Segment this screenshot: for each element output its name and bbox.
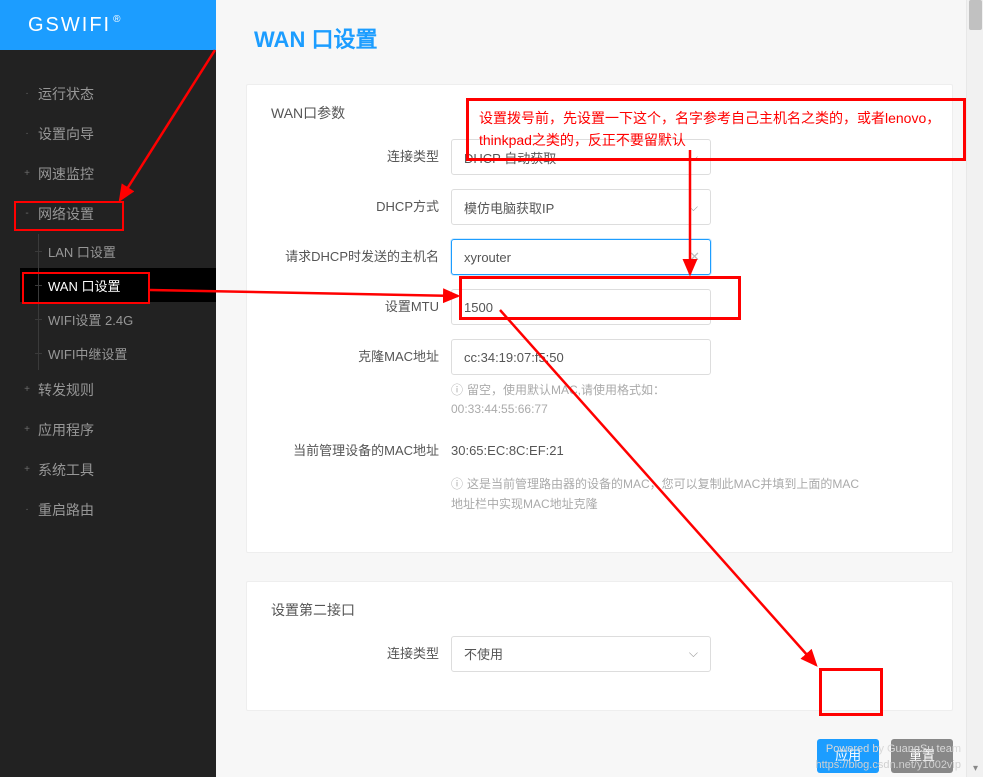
bullet-icon: · [22,505,32,515]
logo-sup: ® [113,14,120,25]
panel-second-interface: 设置第二接口 连接类型 不使用 ⌵ [246,581,953,711]
watermark: https://blog.csdn.net/y1002vip [815,759,961,771]
logo: GSWIFI® [0,0,216,50]
plus-icon: + [22,465,32,475]
chevron-down-icon: ⌵ [689,646,698,661]
value-current-mac: 30:65:EC:8C:EF:21 [451,433,871,469]
row-dhcp-mode: DHCP方式 模仿电脑获取IP ⌵ [271,189,928,225]
sidebar-item-label: WIFI设置 2.4G [48,310,133,329]
sidebar-item-network[interactable]: -网络设置 [0,194,216,234]
label-hostname: 请求DHCP时发送的主机名 [271,239,451,275]
sidebar-item-label: 重启路由 [38,500,94,520]
sidebar-item-systools[interactable]: + 系统工具 [0,450,216,490]
powered-by: Powered by GuangSu team [826,743,961,755]
select-second-conn-type[interactable]: 不使用 ⌵ [451,636,711,672]
label-dhcp-mode: DHCP方式 [271,189,451,225]
sidebar-item-lan[interactable]: LAN 口设置 [20,234,216,268]
sidebar-item-wizard[interactable]: · 设置向导 [0,114,216,154]
input-value: cc:34:19:07:f5:50 [464,350,564,365]
input-hostname[interactable]: xyrouter ✕ [451,239,711,275]
sidebar-item-label: WIFI中继设置 [48,344,127,363]
row-hostname: 请求DHCP时发送的主机名 xyrouter ✕ [271,239,928,275]
label-mtu: 设置MTU [271,289,451,325]
scrollbar[interactable]: ▴ ▾ [966,0,983,777]
row-second-conn-type: 连接类型 不使用 ⌵ [271,636,928,672]
info-icon: ⓘ [451,381,463,400]
info-icon: ⓘ [451,475,463,494]
page-title: WAN 口设置 [254,22,983,54]
bullet-icon: · [22,129,32,139]
sidebar-item-label: 网络设置 [38,204,94,224]
row-mtu: 设置MTU 1500 [271,289,928,325]
plus-icon: + [22,169,32,179]
row-current-mac: 当前管理设备的MAC地址 30:65:EC:8C:EF:21 ⓘ这是当前管理路由… [271,433,928,513]
sidebar-item-bandwidth[interactable]: + 网速监控 [0,154,216,194]
sidebar-item-label: 应用程序 [38,420,94,440]
clear-icon[interactable]: ✕ [689,249,700,265]
label-clone-mac: 克隆MAC地址 [271,339,451,375]
input-value: 1500 [464,300,493,315]
label-second-conn-type: 连接类型 [271,636,451,672]
sidebar-item-status[interactable]: · 运行状态 [0,74,216,114]
logo-text: GSWIFI [28,14,111,37]
label-current-mac: 当前管理设备的MAC地址 [271,433,451,469]
sidebar-item-label: LAN 口设置 [48,242,116,261]
input-value: xyrouter [464,250,511,265]
hint-current-mac: ⓘ这是当前管理路由器的设备的MAC，您可以复制此MAC并填到上面的MAC地址栏中… [451,475,871,513]
sidebar-item-wifi24g[interactable]: WIFI设置 2.4G [20,302,216,336]
sidebar-submenu-network: LAN 口设置 WAN 口设置 WIFI设置 2.4G WIFI中继设置 [0,234,216,370]
input-clone-mac[interactable]: cc:34:19:07:f5:50 [451,339,711,375]
annotation-text-box: 设置拨号前，先设置一下这个，名字参考自己主机名之类的，或者lenovo，thin… [466,98,966,161]
scroll-thumb[interactable] [969,0,982,30]
nav: · 运行状态 · 设置向导 + 网速监控 -网络设置 LAN 口设置 WAN 口设置 … [0,50,216,530]
sidebar: GSWIFI® · 运行状态 · 设置向导 + 网速监控 -网络设置 LAN 口设置 … [0,0,216,777]
sidebar-item-label: 转发规则 [38,380,94,400]
sidebar-item-apps[interactable]: + 应用程序 [0,410,216,450]
select-dhcp-mode[interactable]: 模仿电脑获取IP ⌵ [451,189,711,225]
sidebar-item-reboot[interactable]: · 重启路由 [0,490,216,530]
select-value: 不使用 [464,644,503,663]
input-mtu[interactable]: 1500 [451,289,711,325]
label-connection-type: 连接类型 [271,139,451,175]
chevron-down-icon: ⌵ [689,200,698,215]
minus-icon: - [22,209,32,219]
sidebar-item-forwarding[interactable]: + 转发规则 [0,370,216,410]
sidebar-item-label: 网速监控 [38,164,94,184]
plus-icon: + [22,425,32,435]
sidebar-item-label: 设置向导 [38,124,94,144]
sidebar-item-label: 系统工具 [38,460,94,480]
sidebar-item-wan[interactable]: WAN 口设置 [20,268,216,302]
sidebar-item-label: WAN 口设置 [48,276,120,295]
plus-icon: + [22,385,32,395]
row-clone-mac: 克隆MAC地址 cc:34:19:07:f5:50 ⓘ留空，使用默认MAC,请使… [271,339,928,419]
select-value: 模仿电脑获取IP [464,198,554,217]
scroll-down-icon[interactable]: ▾ [967,760,983,777]
panel-title: 设置第二接口 [271,600,928,620]
hint-clone-mac: ⓘ留空，使用默认MAC,请使用格式如：00:33:44:55:66:77 [451,381,711,419]
sidebar-item-wifirepeater[interactable]: WIFI中继设置 [20,336,216,370]
sidebar-item-label: 运行状态 [38,84,94,104]
bullet-icon: · [22,89,32,99]
